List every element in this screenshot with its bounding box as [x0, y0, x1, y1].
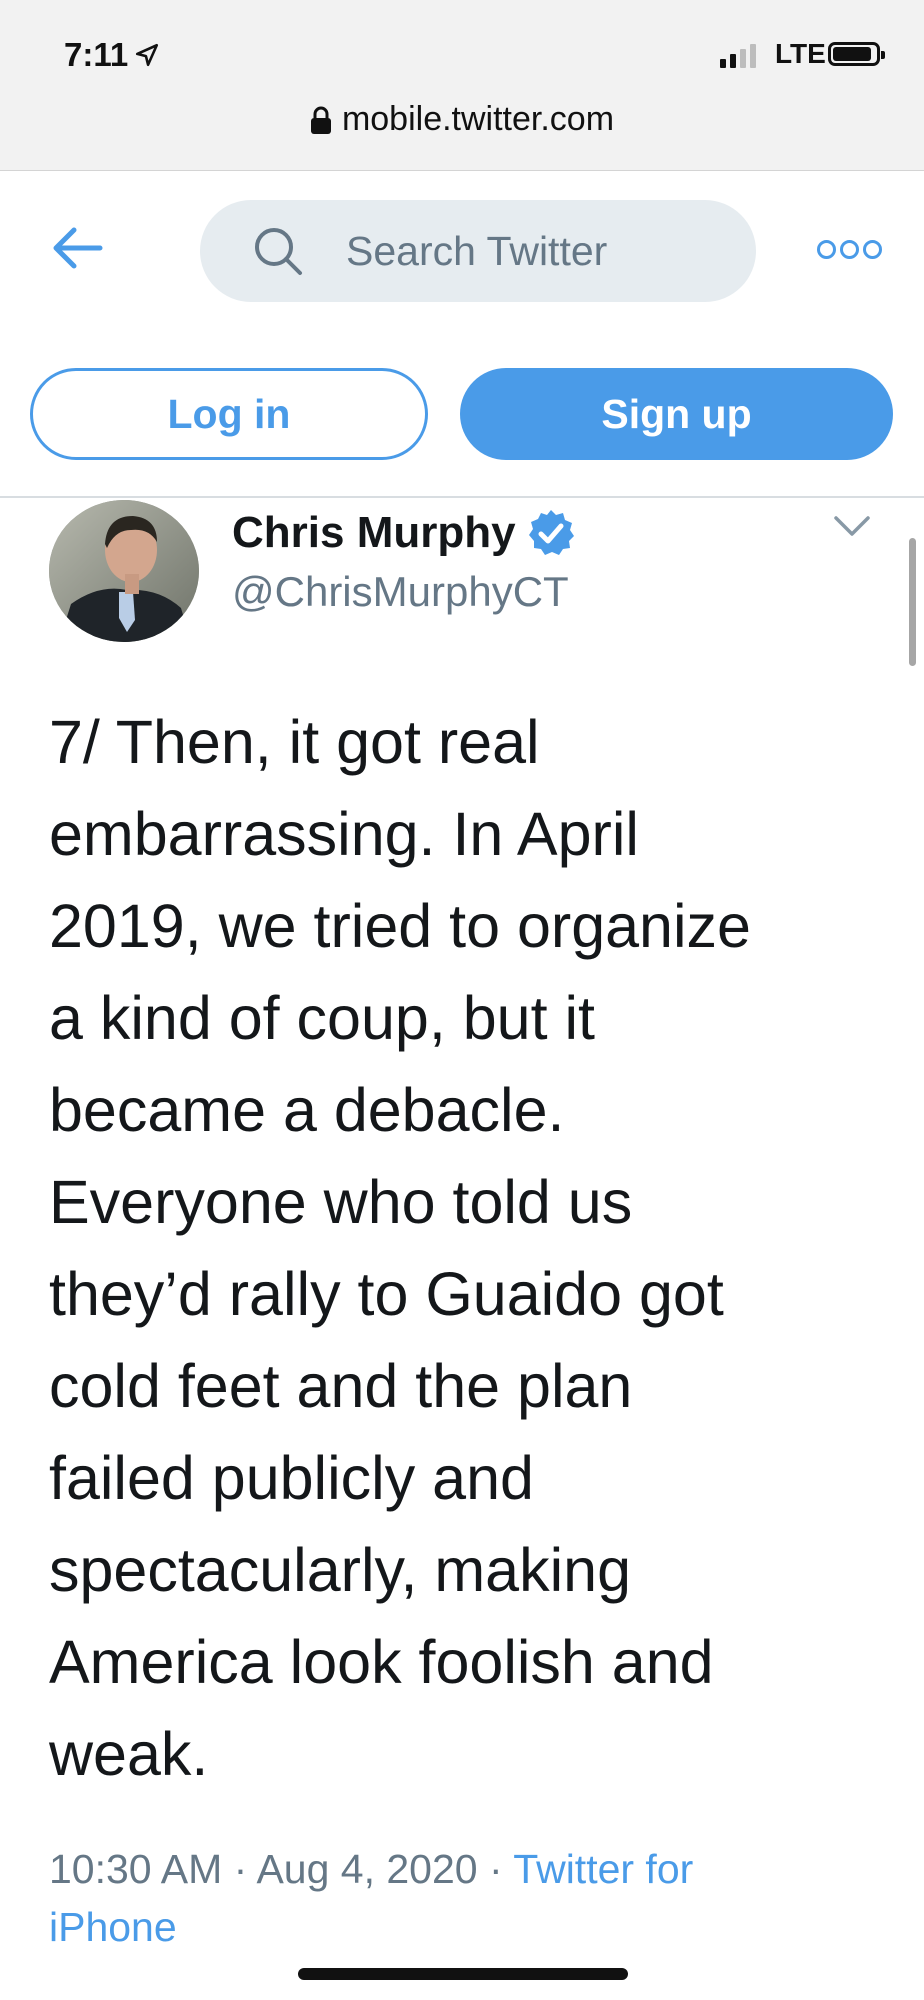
lock-icon: [310, 106, 331, 134]
network-type: LTE: [775, 38, 826, 69]
back-arrow-icon[interactable]: [52, 226, 104, 270]
verified-badge-icon: [528, 510, 574, 555]
tweet-time[interactable]: 10:30 AM: [49, 1846, 222, 1892]
tweet-meta: 10:30 AM · Aug 4, 2020 · Twitter for iPho…: [49, 1840, 889, 1956]
status-time-text: 7:11: [64, 36, 129, 73]
search-input[interactable]: Search Twitter: [200, 200, 756, 302]
tweet-text: 7/ Then, it got real embarrassing. In Ap…: [49, 708, 751, 1788]
more-options-icon[interactable]: [817, 240, 882, 259]
author-handle[interactable]: @ChrisMurphyCT: [232, 568, 569, 616]
home-indicator[interactable]: [298, 1968, 628, 1980]
avatar-photo: [49, 500, 199, 642]
meta-separator: ·: [233, 1846, 248, 1892]
location-arrow-icon: [136, 43, 159, 67]
search-placeholder: Search Twitter: [346, 227, 608, 274]
tweet-source-line2: iPhone: [49, 1904, 177, 1950]
author-name[interactable]: Chris Murphy: [232, 508, 576, 558]
url-text: mobile.twitter.com: [341, 100, 615, 138]
signal-strength-icon: [720, 44, 756, 68]
avatar[interactable]: [49, 500, 199, 642]
status-time: 7:11: [64, 36, 160, 74]
tweet-source-line1: Twitter for: [513, 1846, 694, 1892]
scrollbar[interactable]: [909, 538, 916, 666]
tweet-date[interactable]: Aug 4, 2020: [256, 1846, 477, 1892]
browser-chrome: 7:11 LTE mobile.twitter.com: [0, 0, 924, 171]
login-button[interactable]: Log in: [30, 368, 428, 460]
address-bar[interactable]: mobile.twitter.com: [0, 100, 924, 139]
header-divider: [0, 496, 924, 498]
meta-separator: ·: [488, 1846, 503, 1892]
search-icon: [255, 228, 302, 275]
battery-icon: [828, 42, 885, 66]
author-name-text: Chris Murphy: [232, 508, 516, 557]
signup-button[interactable]: Sign up: [460, 368, 893, 460]
chevron-down-icon[interactable]: [832, 514, 872, 540]
